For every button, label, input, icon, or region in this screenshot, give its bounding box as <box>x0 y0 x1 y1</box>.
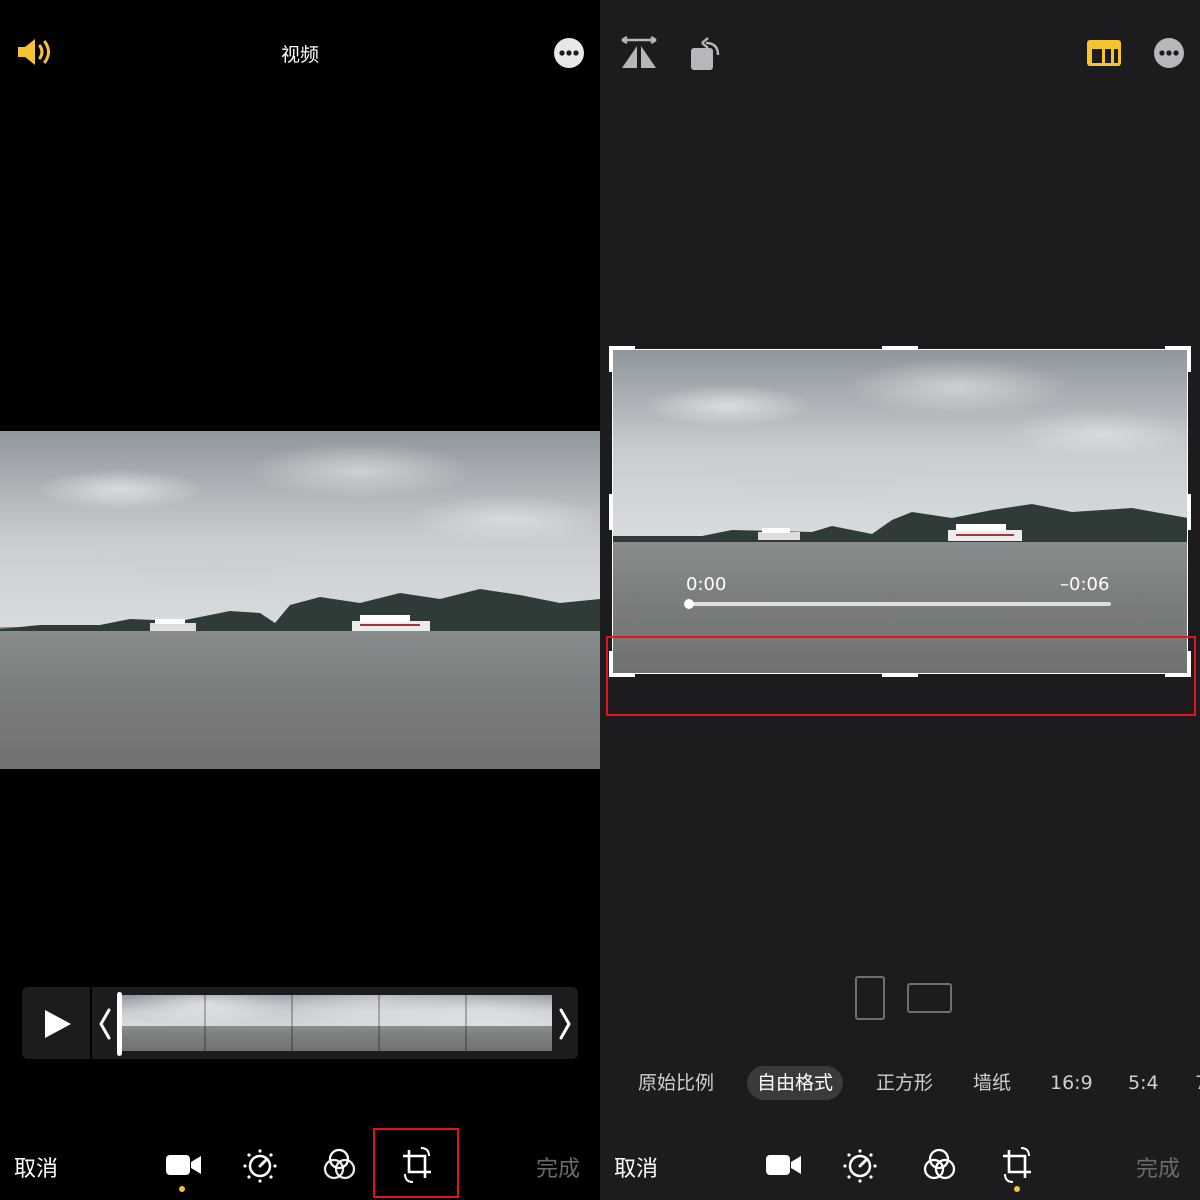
crop-edge-left[interactable] <box>609 494 613 530</box>
ratio-16-9[interactable]: 16:9 <box>1050 1066 1093 1100</box>
crop-rotate-icon[interactable] <box>999 1146 1035 1184</box>
adjust-dial-icon[interactable] <box>842 1148 878 1184</box>
right-panel: 0:00 –0:06 原始比例 自由格式 正方形 墙纸 16:9 5:4 7 取… <box>600 0 1200 1200</box>
scrubber-knob[interactable] <box>684 599 694 609</box>
filters-icon[interactable] <box>922 1147 958 1183</box>
left-panel: 视频 取消 完成 <box>0 0 600 1200</box>
landscape-frame-icon[interactable] <box>907 983 952 1013</box>
cancel-button[interactable]: 取消 <box>14 1151 58 1183</box>
video-camera-icon[interactable] <box>164 1151 204 1179</box>
ratio-wallpaper[interactable]: 墙纸 <box>973 1066 1011 1100</box>
done-button[interactable]: 完成 <box>1136 1151 1180 1183</box>
elapsed-time: 0:00 <box>686 574 727 595</box>
flip-horizontal-icon[interactable] <box>620 36 658 70</box>
done-button[interactable]: 完成 <box>536 1151 580 1183</box>
page-title: 视频 <box>280 44 319 66</box>
scrubber-track[interactable] <box>688 602 1111 606</box>
ratio-square[interactable]: 正方形 <box>876 1066 933 1100</box>
play-icon[interactable] <box>43 1008 73 1040</box>
video-preview <box>0 431 600 769</box>
shoreline-image <box>0 589 600 631</box>
adjust-dial-icon[interactable] <box>242 1148 278 1184</box>
crop-bottom-highlight <box>606 636 1196 716</box>
more-icon[interactable] <box>1153 37 1185 69</box>
video-camera-icon[interactable] <box>764 1151 804 1179</box>
ratio-5-4[interactable]: 5:4 <box>1128 1066 1159 1100</box>
crop-edge-top[interactable] <box>882 346 918 350</box>
more-icon[interactable] <box>553 37 585 69</box>
trim-left-handle-icon[interactable] <box>98 1008 112 1040</box>
crop-corner-top-left[interactable] <box>609 346 635 372</box>
rotate-icon[interactable] <box>688 34 724 72</box>
playhead[interactable] <box>117 992 122 1056</box>
aspect-ratio-list: 原始比例 自由格式 正方形 墙纸 16:9 5:4 7 <box>600 1066 1200 1100</box>
crop-frame[interactable] <box>612 349 1188 674</box>
cancel-button[interactable]: 取消 <box>614 1151 658 1183</box>
ratio-7[interactable]: 7 <box>1195 1066 1200 1100</box>
trim-right-handle-icon[interactable] <box>558 1008 572 1040</box>
crop-edge-right[interactable] <box>1187 494 1191 530</box>
remaining-time: –0:06 <box>1060 574 1110 595</box>
ratio-original[interactable]: 原始比例 <box>638 1066 714 1100</box>
crop-corner-top-right[interactable] <box>1165 346 1191 372</box>
trim-bar-divider <box>90 987 92 1059</box>
trim-filmstrip[interactable] <box>120 995 552 1051</box>
aspect-ratio-icon[interactable] <box>1086 39 1122 67</box>
active-tool-dot <box>179 1186 185 1192</box>
crop-tool-highlight <box>373 1128 459 1198</box>
filters-icon[interactable] <box>322 1147 358 1183</box>
portrait-frame-icon[interactable] <box>855 976 885 1020</box>
ratio-freeform[interactable]: 自由格式 <box>747 1066 844 1100</box>
active-tool-dot <box>1014 1186 1020 1192</box>
